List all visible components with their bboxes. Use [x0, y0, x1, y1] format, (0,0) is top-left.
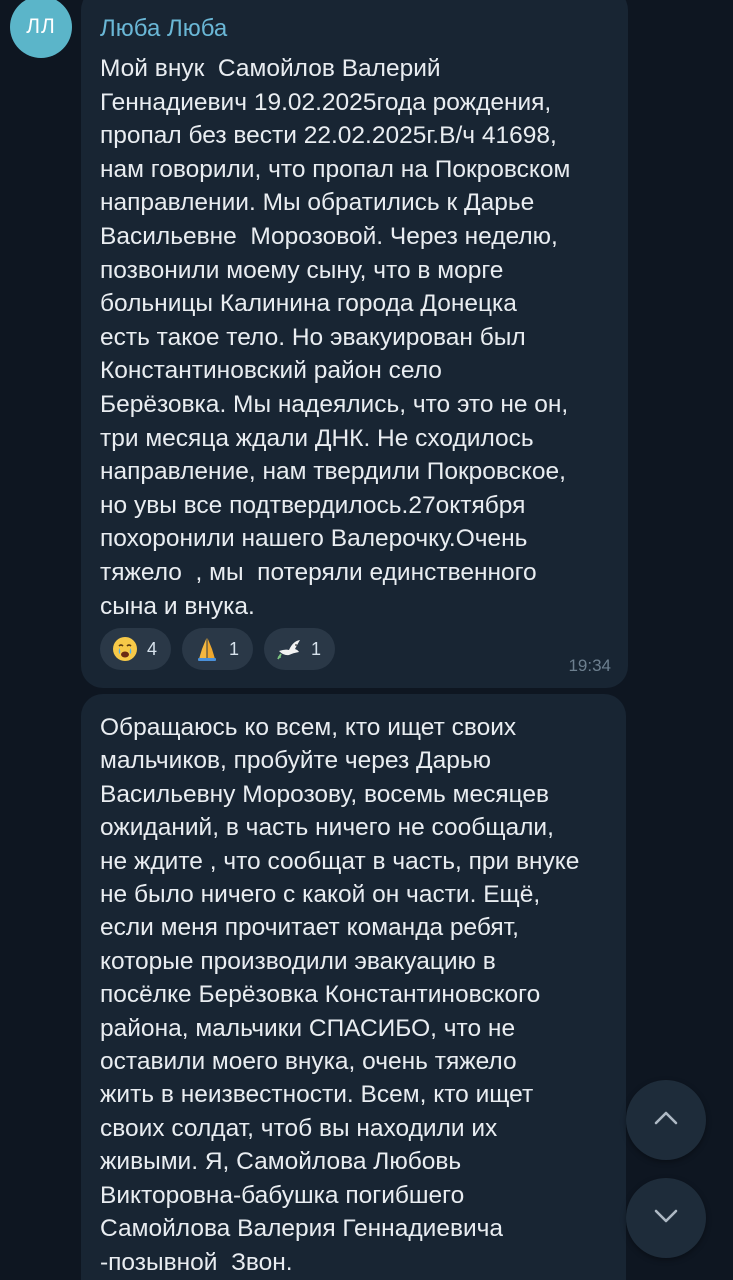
- chevron-down-icon: [653, 1208, 679, 1229]
- avatar[interactable]: ЛЛ: [10, 0, 72, 58]
- chevron-up-icon: [653, 1110, 679, 1131]
- sender-name[interactable]: Люба Люба: [100, 14, 610, 44]
- reaction-count: 1: [229, 638, 240, 659]
- message-bubble[interactable]: Обращаюсь ко всем, кто ищет своих мальчи…: [81, 694, 626, 1280]
- reaction-dove[interactable]: 1: [264, 628, 336, 670]
- reaction-count: 4: [147, 638, 158, 659]
- reaction-crying[interactable]: 4: [100, 628, 172, 670]
- message-text: Обращаюсь ко всем, кто ищет своих мальчи…: [100, 714, 580, 1276]
- avatar-initials: ЛЛ: [26, 15, 56, 38]
- scroll-down-button[interactable]: [626, 1178, 706, 1258]
- chat-area: ЛЛ Люба Люба Мой внук Самойлов Валерий Г…: [0, 0, 733, 1280]
- message-text: Мой внук Самойлов Валерий Геннадиевич 19…: [100, 55, 571, 620]
- scroll-up-button[interactable]: [626, 1080, 706, 1160]
- folded-hands-icon: [193, 635, 221, 663]
- message-time: 19:34: [568, 656, 611, 675]
- message-bubble[interactable]: Люба Люба Мой внук Самойлов Валерий Генн…: [81, 0, 628, 688]
- reaction-count: 1: [311, 638, 322, 659]
- reactions-bar: 4 1 1: [100, 628, 336, 670]
- dove-icon: [275, 635, 303, 663]
- crying-face-icon: [111, 635, 139, 663]
- reaction-pray[interactable]: 1: [182, 628, 254, 670]
